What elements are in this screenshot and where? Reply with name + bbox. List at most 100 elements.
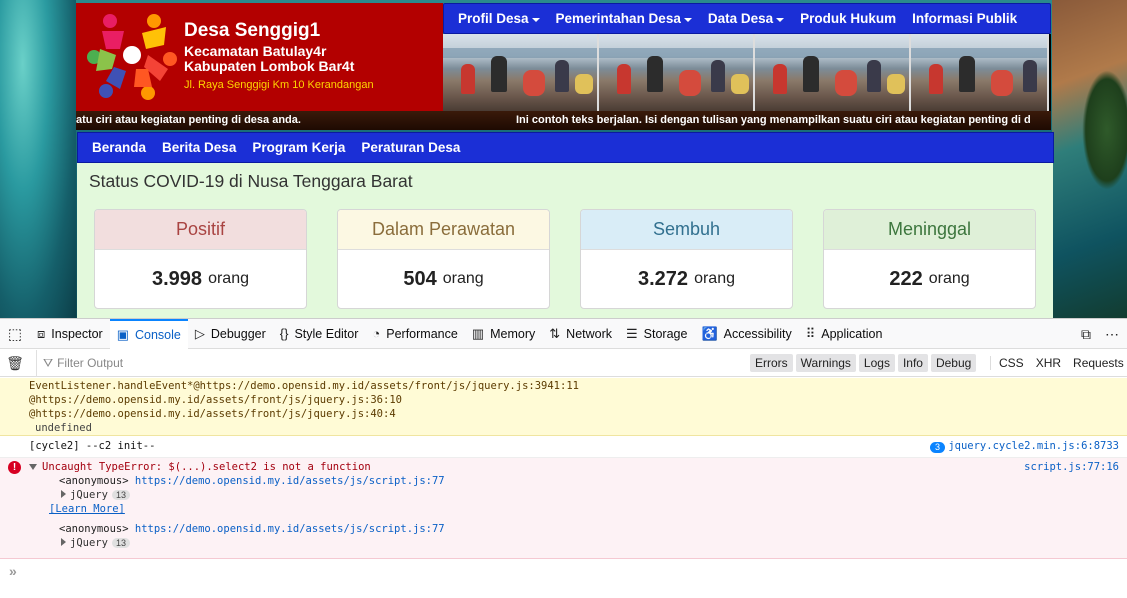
- nav-pemerintahan-desa[interactable]: Pemerintahan Desa: [548, 11, 700, 26]
- expand-toggle-icon[interactable]: [29, 464, 37, 470]
- filter-requests-button[interactable]: Requests: [1073, 356, 1124, 370]
- tab-network[interactable]: ⇅ Network: [542, 319, 619, 349]
- filter-logs-button[interactable]: Logs: [858, 354, 895, 372]
- nav-informasi-publik[interactable]: Informasi Publik: [904, 11, 1025, 26]
- tab-label: Accessibility: [723, 326, 792, 341]
- inspector-icon: ⧈: [37, 325, 46, 341]
- prompt-chevron-icon: »: [9, 563, 17, 579]
- console-command-input[interactable]: [24, 564, 1025, 578]
- nav-label: Pemerintahan Desa: [555, 11, 681, 26]
- frame-name: <anonymous>: [59, 475, 129, 487]
- card-value: 504: [403, 267, 437, 290]
- group-label: jQuery: [70, 489, 108, 501]
- site-name[interactable]: Desa Senggig1: [184, 20, 320, 42]
- slider-photo: [911, 34, 1049, 111]
- nav-berita-desa[interactable]: Berita Desa: [154, 140, 244, 155]
- expand-arrow-icon[interactable]: [61, 490, 66, 498]
- filter-errors-button[interactable]: Errors: [750, 354, 793, 372]
- caret-down-icon: [531, 17, 540, 22]
- performance-icon: ◔: [372, 326, 381, 341]
- webpage-viewport: Desa Senggig1 Kecamatan Batulay4r Kabupa…: [0, 0, 1127, 318]
- log-text: [cycle2] --c2 init--: [29, 440, 156, 452]
- village-logo[interactable]: [86, 9, 178, 101]
- filter-debug-button[interactable]: Debug: [930, 354, 977, 372]
- stack-line[interactable]: @https://demo.opensid.my.id/assets/front…: [29, 407, 1127, 421]
- nav-peraturan-desa[interactable]: Peraturan Desa: [353, 140, 468, 155]
- group-label: jQuery: [70, 537, 108, 549]
- tab-label: Performance: [386, 326, 458, 341]
- background-photo-right: [1052, 0, 1127, 318]
- tab-debugger[interactable]: ▷ Debugger: [188, 319, 273, 349]
- card-unit: orang: [928, 270, 970, 287]
- console-input-row: »: [0, 559, 1127, 583]
- stack-line[interactable]: @https://demo.opensid.my.id/assets/front…: [29, 393, 1127, 407]
- tab-application[interactable]: ⠿ Application: [799, 319, 890, 349]
- jquery-frame-group[interactable]: jQuery 13: [61, 536, 130, 550]
- nav-label: Informasi Publik: [912, 11, 1018, 26]
- filter-warnings-button[interactable]: Warnings: [795, 354, 856, 372]
- console-output: EventListener.handleEvent*@https://demo.…: [0, 378, 1127, 580]
- debugger-icon: ▷: [194, 325, 205, 341]
- repeat-count-badge: 3: [930, 442, 946, 453]
- expand-arrow-icon[interactable]: [61, 538, 66, 546]
- running-text: atu ciri atau kegiatan penting di desa a…: [76, 111, 1051, 130]
- site-district: Kecamatan Batulay4r: [184, 43, 327, 59]
- filter-output-input[interactable]: [57, 356, 458, 370]
- frame-count-badge: 13: [111, 490, 130, 500]
- tab-accessibility[interactable]: ♿ Accessibility: [694, 319, 798, 349]
- covid-card-positif: Positif 3.998 orang: [94, 209, 307, 309]
- stack-frame: <anonymous> https://demo.opensid.my.id/a…: [59, 522, 445, 536]
- frame-count-badge: 13: [111, 538, 130, 548]
- tab-inspector[interactable]: ⧈ Inspector: [30, 319, 110, 349]
- tab-style-editor[interactable]: {} Style Editor: [273, 319, 366, 349]
- covid-title: Status COVID-19 di Nusa Tenggara Barat: [89, 171, 413, 191]
- console-icon: ▣: [116, 326, 129, 342]
- nav-profil-desa[interactable]: Profil Desa: [450, 11, 548, 26]
- filter-xhr-button[interactable]: XHR: [1036, 356, 1061, 370]
- slider-photo: [755, 34, 911, 111]
- error-source-link[interactable]: script.js:77:16: [1024, 460, 1119, 474]
- stack-frame: <anonymous> https://demo.opensid.my.id/a…: [59, 474, 445, 488]
- covid-card-sembuh: Sembuh 3.272 orang: [580, 209, 793, 309]
- tab-performance[interactable]: ◔ Performance: [365, 319, 464, 349]
- slider-photo: [443, 34, 599, 111]
- card-title: Dalam Perawatan: [338, 210, 549, 250]
- return-value: undefined: [35, 422, 92, 434]
- tab-label: Debugger: [210, 326, 266, 341]
- tab-console[interactable]: ▣ Console: [109, 318, 188, 349]
- site-header: Desa Senggig1 Kecamatan Batulay4r Kabupa…: [76, 3, 443, 111]
- tab-storage[interactable]: ☰ Storage: [619, 319, 694, 349]
- tab-memory[interactable]: ▥ Memory: [465, 319, 542, 349]
- caret-down-icon: [683, 17, 692, 22]
- nav-program-kerja[interactable]: Program Kerja: [244, 140, 353, 155]
- nav-data-desa[interactable]: Data Desa: [700, 11, 792, 26]
- dock-side-icon[interactable]: ⧉: [1081, 326, 1091, 343]
- element-picker-icon[interactable]: ⬚: [0, 319, 30, 349]
- console-warning-message: EventListener.handleEvent*@https://demo.…: [0, 378, 1127, 436]
- nav-produk-hukum[interactable]: Produk Hukum: [792, 11, 904, 26]
- card-value: 3.272: [638, 267, 689, 290]
- site-address: Jl. Raya Senggigi Km 10 Kerandangan: [184, 79, 374, 91]
- site-regency: Kabupaten Lombok Bar4t: [184, 58, 355, 74]
- card-unit: orang: [442, 270, 484, 287]
- filter-css-button[interactable]: CSS: [999, 356, 1024, 370]
- filter-info-button[interactable]: Info: [897, 354, 928, 372]
- nav-label: Profil Desa: [458, 11, 529, 26]
- more-options-icon[interactable]: ⋯: [1105, 326, 1119, 343]
- tab-label: Storage: [643, 326, 688, 341]
- photo-slider[interactable]: [443, 34, 1051, 111]
- trash-icon[interactable]: 🗑: [0, 355, 30, 372]
- frame-name: <anonymous>: [59, 523, 129, 535]
- covid-status-panel: Status COVID-19 di Nusa Tenggara Barat P…: [77, 163, 1053, 318]
- log-source-link[interactable]: jquery.cycle2.min.js:6:8733: [948, 440, 1119, 452]
- jquery-frame-group[interactable]: jQuery 13: [61, 488, 130, 502]
- frame-url[interactable]: https://demo.opensid.my.id/assets/js/scr…: [135, 523, 445, 535]
- card-value: 222: [889, 267, 923, 290]
- learn-more-link[interactable]: [Learn More]: [49, 502, 125, 516]
- nav-label: Data Desa: [707, 11, 774, 26]
- error-text[interactable]: Uncaught TypeError: $(...).select2 is no…: [42, 460, 371, 474]
- stack-line[interactable]: EventListener.handleEvent*@https://demo.…: [29, 379, 1127, 393]
- error-icon: !: [8, 461, 21, 474]
- nav-beranda[interactable]: Beranda: [84, 140, 154, 155]
- frame-url[interactable]: https://demo.opensid.my.id/assets/js/scr…: [135, 475, 445, 487]
